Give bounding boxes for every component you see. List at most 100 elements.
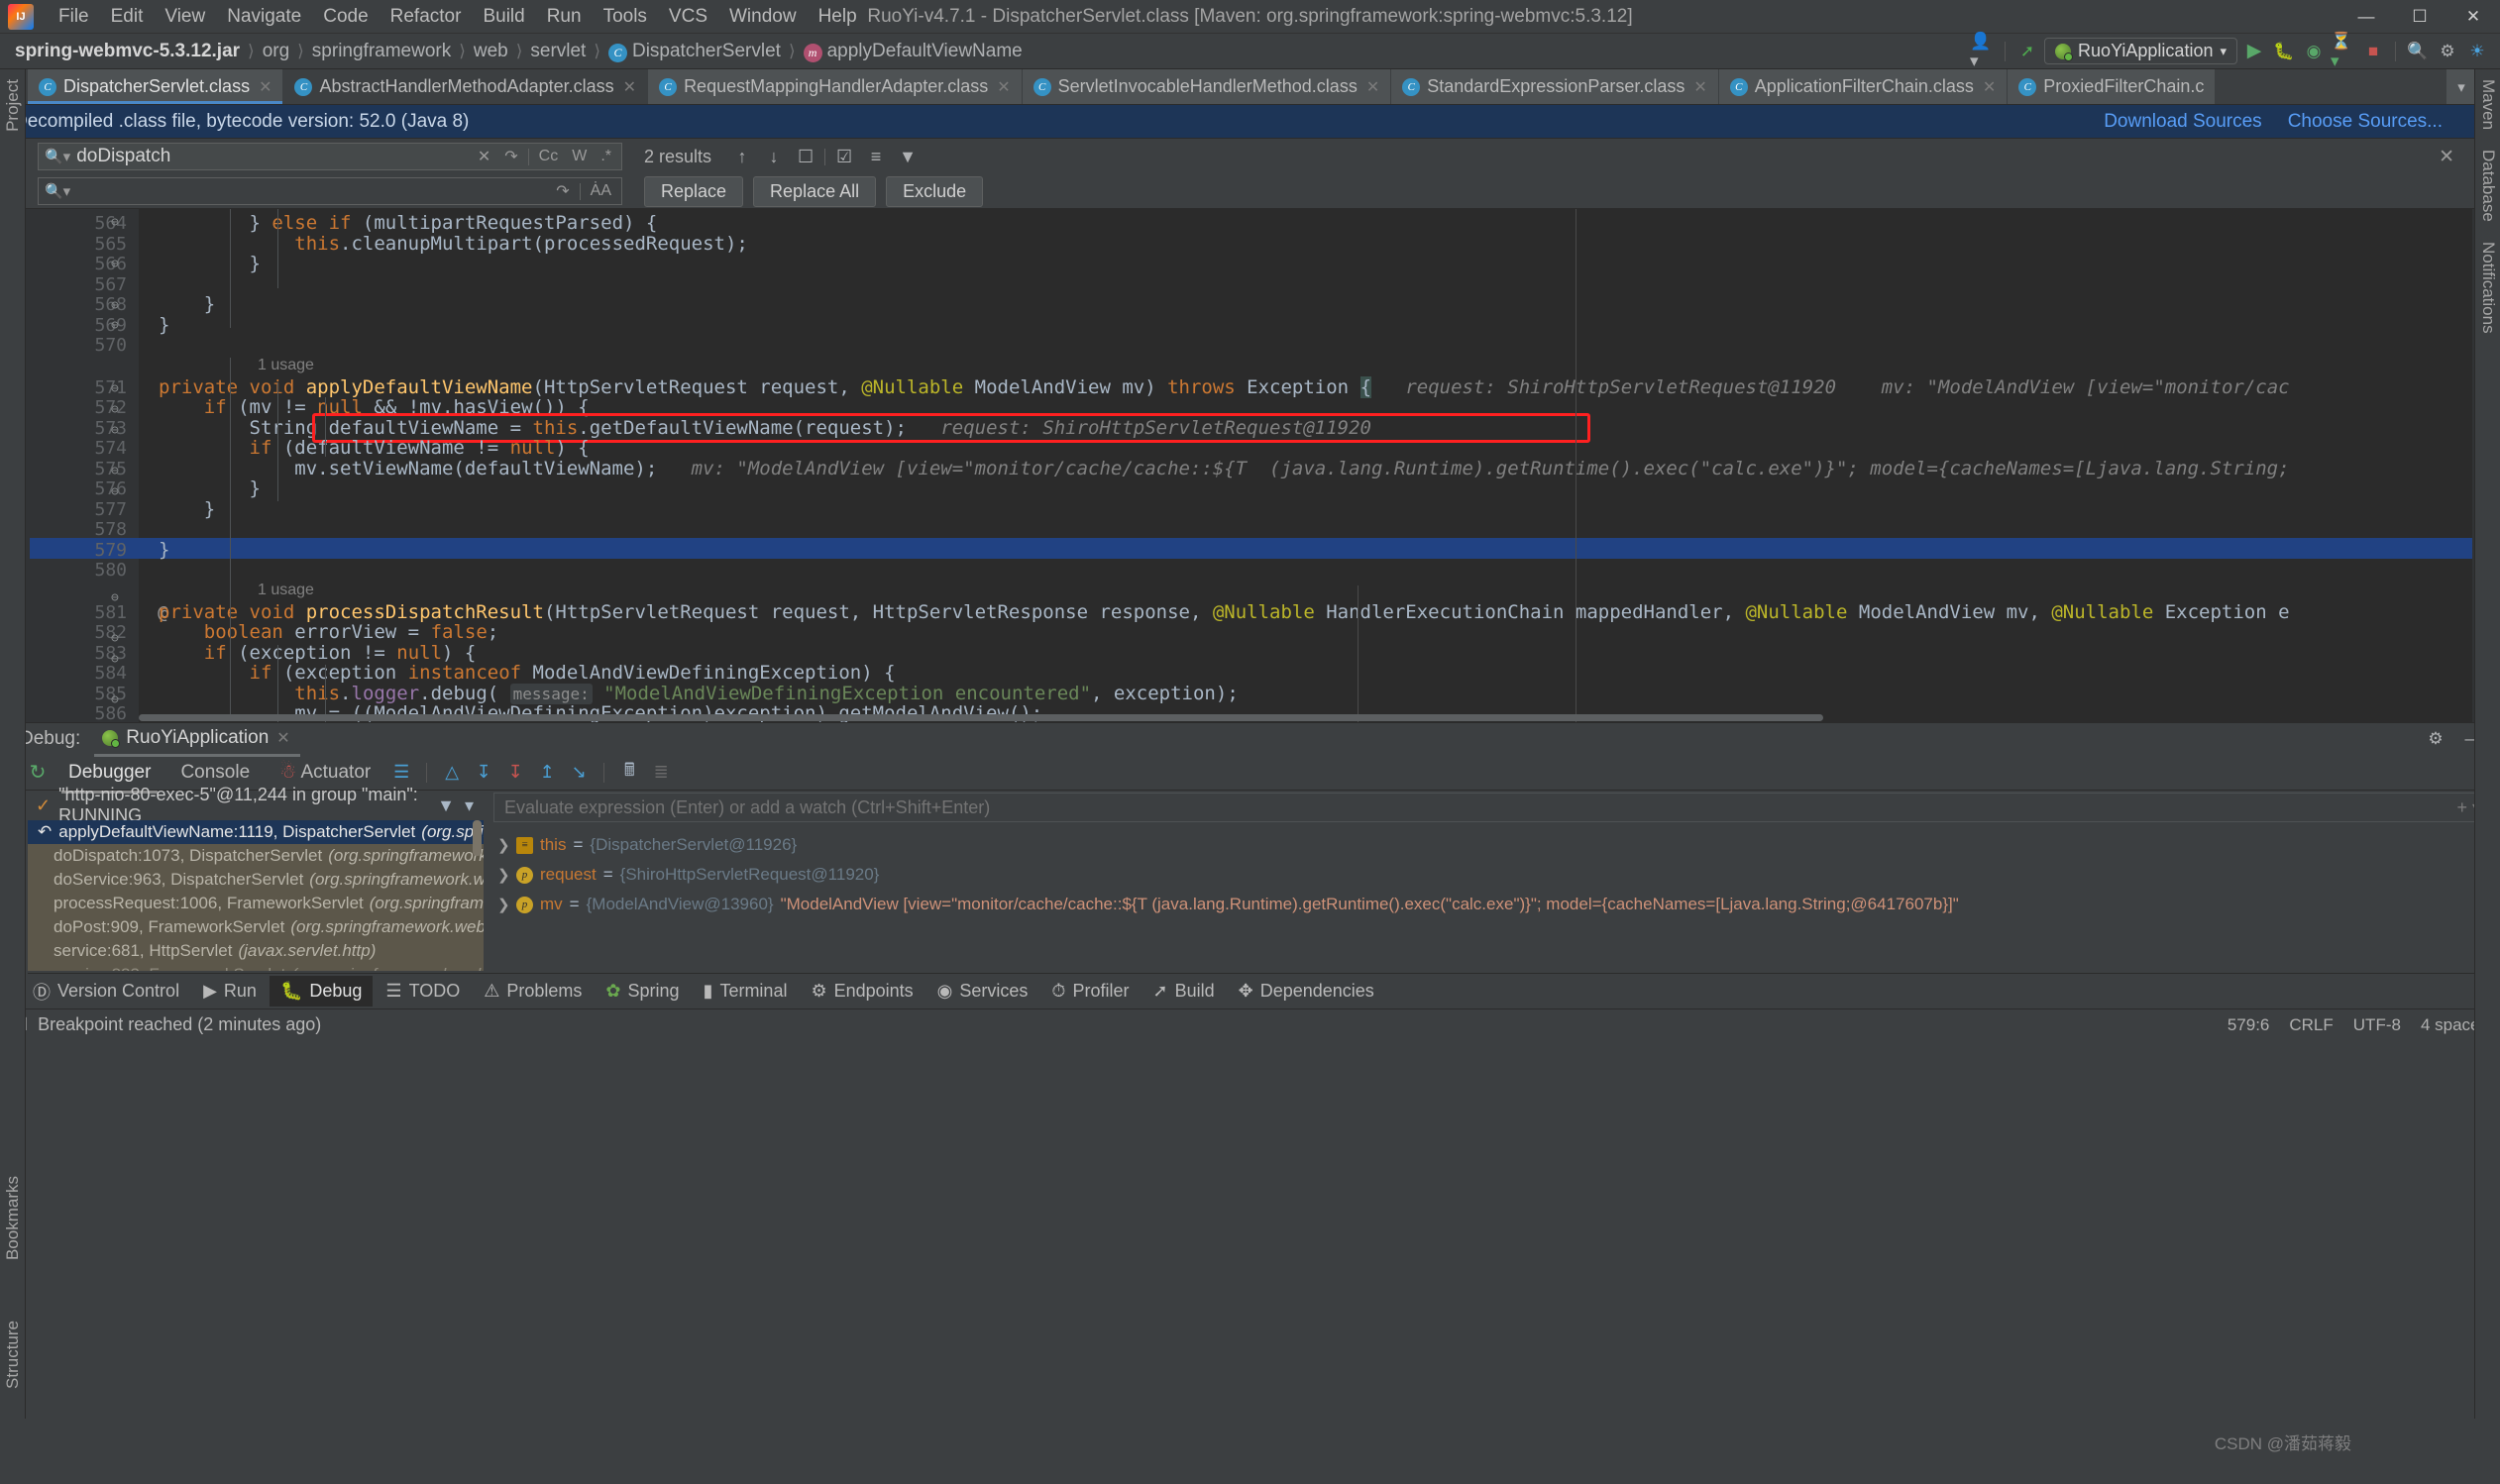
tool-button-dependencies[interactable]: ✥ Dependencies xyxy=(1228,976,1385,1007)
code-fold-icon[interactable]: ⊖ xyxy=(111,257,119,271)
stripe-button-project[interactable]: Project xyxy=(0,69,26,142)
tool-button-terminal[interactable]: ▮ Terminal xyxy=(693,976,799,1007)
regex-icon[interactable]: .* xyxy=(597,148,615,165)
expand-arrow-icon[interactable]: ❯ xyxy=(497,836,510,854)
tool-button-endpoints[interactable]: ⚙ Endpoints xyxy=(800,976,924,1007)
breadcrumb-web[interactable]: web xyxy=(469,39,513,64)
tool-button-spring[interactable]: ✿ Spring xyxy=(595,976,690,1007)
match-case-icon[interactable]: Cc xyxy=(535,148,563,165)
menu-edit[interactable]: Edit xyxy=(100,2,155,32)
code-fold-icon[interactable]: ⊖ xyxy=(111,590,119,605)
settings-gear-icon[interactable]: ⚙ xyxy=(2423,726,2448,752)
close-tab-icon[interactable]: ✕ xyxy=(1983,77,1996,97)
replace-all-button[interactable]: Replace All xyxy=(753,175,877,207)
stripe-button-notifications[interactable]: Notifications xyxy=(2475,232,2500,344)
updates-icon[interactable]: ➚ xyxy=(2014,39,2040,64)
run-configuration-selector[interactable]: RuoYiApplication ▾ xyxy=(2044,38,2237,64)
menu-navigate[interactable]: Navigate xyxy=(216,2,312,32)
code-fold-icon[interactable]: ⊖ xyxy=(111,484,119,499)
tab-proxiedfilterchain[interactable]: C ProxiedFilterChain.c xyxy=(2008,69,2217,104)
editor-code-area[interactable]: } else if (multipartRequestParsed) { thi… xyxy=(139,209,2500,722)
menu-vcs[interactable]: VCS xyxy=(658,2,718,32)
step-out-icon[interactable]: ↥ xyxy=(533,759,561,787)
frame-item-0[interactable]: ↶ applyDefaultViewName:1119, DispatcherS… xyxy=(28,820,484,844)
breadcrumb-method[interactable]: m applyDefaultViewName xyxy=(799,39,1028,64)
debug-session-tab[interactable]: RuoYiApplication ✕ xyxy=(94,724,301,757)
code-editor[interactable]: 564 565 566 567 568 569 570 571 572 573 574 575 576 5… xyxy=(0,209,2500,722)
evaluate-expression-field[interactable]: Evaluate expression (Enter) or add a wat… xyxy=(493,793,2492,822)
stripe-button-maven[interactable]: Maven xyxy=(2475,69,2500,140)
search-history-icon[interactable]: ↷ xyxy=(500,147,521,166)
tool-button-debug[interactable]: 🐛 Debug xyxy=(269,976,374,1007)
menu-view[interactable]: View xyxy=(154,2,216,32)
close-tab-icon[interactable]: ✕ xyxy=(1693,77,1706,97)
code-line[interactable]: if (exception instanceof ModelAndViewDef… xyxy=(159,663,896,683)
frames-list[interactable]: ↶ applyDefaultViewName:1119, DispatcherS… xyxy=(28,820,484,971)
frame-item-1[interactable]: doDispatch:1073, DispatcherServlet (org.… xyxy=(28,844,484,868)
code-fold-icon[interactable]: ⊖ xyxy=(111,381,119,396)
variable-row-this[interactable]: ❯ ≡ this = {DispatcherServlet@11926} xyxy=(484,830,2500,860)
tab-servletinvocablehandlermethod[interactable]: C ServletInvocableHandlerMethod.class ✕ xyxy=(1022,69,1392,104)
tool-button-todo[interactable]: ☰ TODO xyxy=(375,976,471,1007)
stripe-button-database[interactable]: Database xyxy=(2475,140,2500,232)
step-over-icon[interactable]: ↧ xyxy=(470,759,497,787)
breadcrumb-org[interactable]: org xyxy=(258,39,294,64)
code-fold-icon[interactable]: ⊖ xyxy=(111,402,119,417)
user-icon[interactable]: 👤▾ xyxy=(1970,32,1996,70)
replace-input[interactable] xyxy=(76,180,547,202)
step-into-icon[interactable]: ↧ xyxy=(501,759,529,787)
close-tab-icon[interactable]: ✕ xyxy=(259,77,272,97)
run-icon[interactable]: ▶ xyxy=(2241,39,2267,64)
code-line[interactable]: } xyxy=(159,254,261,273)
caret-position[interactable]: 579:6 xyxy=(2228,1015,2270,1035)
run-to-cursor-icon[interactable]: ↘ xyxy=(565,759,593,787)
show-execution-point-icon[interactable]: △ xyxy=(438,759,466,787)
frames-filter[interactable]: ▼ ▾ xyxy=(437,795,484,816)
mute-breakpoints-icon[interactable]: ≣ xyxy=(647,759,675,787)
filter-icon[interactable]: ▼ xyxy=(437,795,455,816)
code-line[interactable]: if (defaultViewName != null) { xyxy=(159,438,590,458)
run-coverage-icon[interactable]: ◉ xyxy=(2301,39,2327,64)
code-line[interactable]: if (mv != null && !mv.hasView()) { xyxy=(159,397,590,417)
frame-item-3[interactable]: processRequest:1006, FrameworkServlet (o… xyxy=(28,892,484,915)
select-all-occurrences-icon[interactable]: ☑ xyxy=(831,144,857,169)
variable-row-request[interactable]: ❯ p request = {ShiroHttpServletRequest@1… xyxy=(484,860,2500,890)
breadcrumb-springframework[interactable]: springframework xyxy=(307,39,456,64)
words-icon[interactable]: W xyxy=(568,148,591,165)
menu-help[interactable]: Help xyxy=(808,2,868,32)
profiler-icon[interactable]: ⏳▾ xyxy=(2331,32,2356,70)
frame-item-2[interactable]: doService:963, DispatcherServlet (org.sp… xyxy=(28,868,484,892)
debug-icon[interactable]: 🐛 xyxy=(2271,39,2297,64)
menu-tools[interactable]: Tools xyxy=(593,2,658,32)
frames-scrollbar[interactable] xyxy=(473,820,482,856)
thread-selector[interactable]: ✓ "http-nio-80-exec-5"@11,244 in group "… xyxy=(28,785,484,825)
replace-history-icon[interactable]: ↷ xyxy=(552,181,573,201)
editor-gutter[interactable]: 564 565 566 567 568 569 570 571 572 573 574 575 576 5… xyxy=(30,209,168,722)
tab-dispatcherservlet[interactable]: C DispatcherServlet.class ✕ xyxy=(28,69,284,104)
code-line[interactable]: } else if (multipartRequestParsed) { xyxy=(159,213,658,233)
stripe-button-structure[interactable]: Structure xyxy=(0,1311,26,1399)
code-line[interactable]: boolean errorView = false; xyxy=(159,622,498,642)
tab-debugger[interactable]: Debugger xyxy=(55,759,163,794)
editor-horizontal-scrollbar[interactable] xyxy=(139,714,1823,721)
frame-item-5[interactable]: service:681, HttpServlet (javax.servlet.… xyxy=(28,939,484,963)
tool-button-profiler[interactable]: ⏱ Profiler xyxy=(1040,976,1140,1007)
breadcrumb[interactable]: spring-webmvc-5.3.12.jar ⟩ org ⟩ springf… xyxy=(10,39,1028,64)
tab-console[interactable]: Console xyxy=(167,759,263,787)
close-tab-icon[interactable]: ✕ xyxy=(997,77,1010,97)
close-button[interactable]: ✕ xyxy=(2446,0,2500,34)
find-input[interactable] xyxy=(76,146,468,167)
menu-refactor[interactable]: Refactor xyxy=(380,2,473,32)
menu-file[interactable]: File xyxy=(48,2,100,32)
tool-button-problems[interactable]: ⚠ Problems xyxy=(473,976,593,1007)
menu-build[interactable]: Build xyxy=(472,2,535,32)
close-session-icon[interactable]: ✕ xyxy=(276,728,289,748)
tool-button-build[interactable]: ➚ Build xyxy=(1141,976,1225,1007)
expand-arrow-icon[interactable]: ❯ xyxy=(497,866,510,884)
code-fold-icon[interactable]: ⊖ xyxy=(111,464,119,478)
find-input-wrapper[interactable]: 🔍▾ ✕ ↷ Cc W .* xyxy=(38,143,622,170)
code-line[interactable]: } xyxy=(159,499,215,519)
stripe-button-bookmarks[interactable]: Bookmarks xyxy=(0,1166,26,1270)
preserve-case-icon[interactable]: ȦA xyxy=(587,182,615,200)
code-line[interactable]: } xyxy=(159,478,261,498)
